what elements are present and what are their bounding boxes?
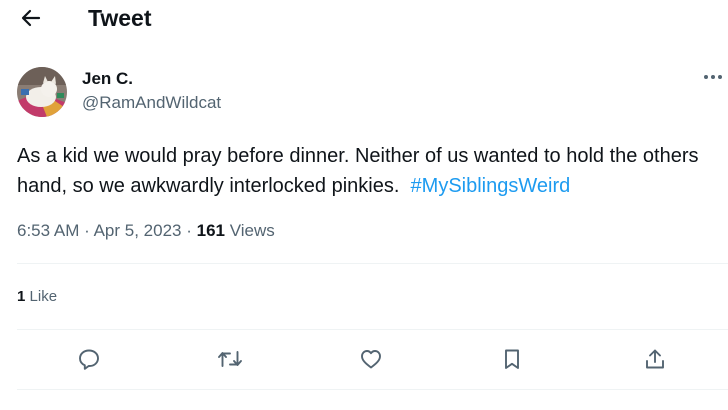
share-icon [646, 349, 664, 369]
bookmark-button[interactable] [498, 345, 526, 373]
more-horizontal-icon [704, 75, 722, 79]
views-label: Views [229, 221, 275, 240]
divider [17, 389, 728, 390]
likes-label: Like [29, 288, 58, 305]
author-handle[interactable]: @RamAndWildcat [82, 92, 221, 114]
likes-stat[interactable]: 1 Like [17, 286, 57, 308]
tweet-body: As a kid we would pray before dinner. Ne… [17, 145, 699, 197]
tweet-meta: 6:53 AM · Apr 5, 2023 · 161 Views [17, 219, 275, 243]
reply-icon [79, 349, 99, 370]
heart-icon [361, 350, 381, 369]
like-button[interactable] [357, 345, 385, 373]
cat-photo-avatar [17, 67, 67, 117]
top-bar: Tweet [0, 0, 728, 38]
bookmark-icon [505, 349, 519, 369]
retweet-icon [218, 351, 242, 367]
author-name[interactable]: Jen C. [82, 68, 133, 90]
meta-separator: · [84, 221, 90, 240]
tweet-time[interactable]: 6:53 AM [17, 221, 79, 240]
tweet-text: As a kid we would pray before dinner. Ne… [17, 141, 717, 201]
divider [17, 329, 728, 330]
more-options-button[interactable] [700, 66, 726, 88]
avatar[interactable] [17, 67, 67, 117]
arrow-left-icon [21, 9, 41, 27]
back-button[interactable] [18, 6, 44, 30]
hashtag-link[interactable]: #MySiblingsWeird [411, 175, 571, 197]
likes-count: 1 [17, 288, 26, 305]
page-title: Tweet [88, 5, 152, 31]
divider [17, 263, 728, 264]
reply-button[interactable] [75, 345, 103, 373]
views-count: 161 [196, 221, 225, 240]
tweet-date[interactable]: Apr 5, 2023 [94, 221, 182, 240]
retweet-button[interactable] [216, 345, 244, 373]
meta-separator: · [186, 221, 192, 240]
share-button[interactable] [641, 345, 669, 373]
